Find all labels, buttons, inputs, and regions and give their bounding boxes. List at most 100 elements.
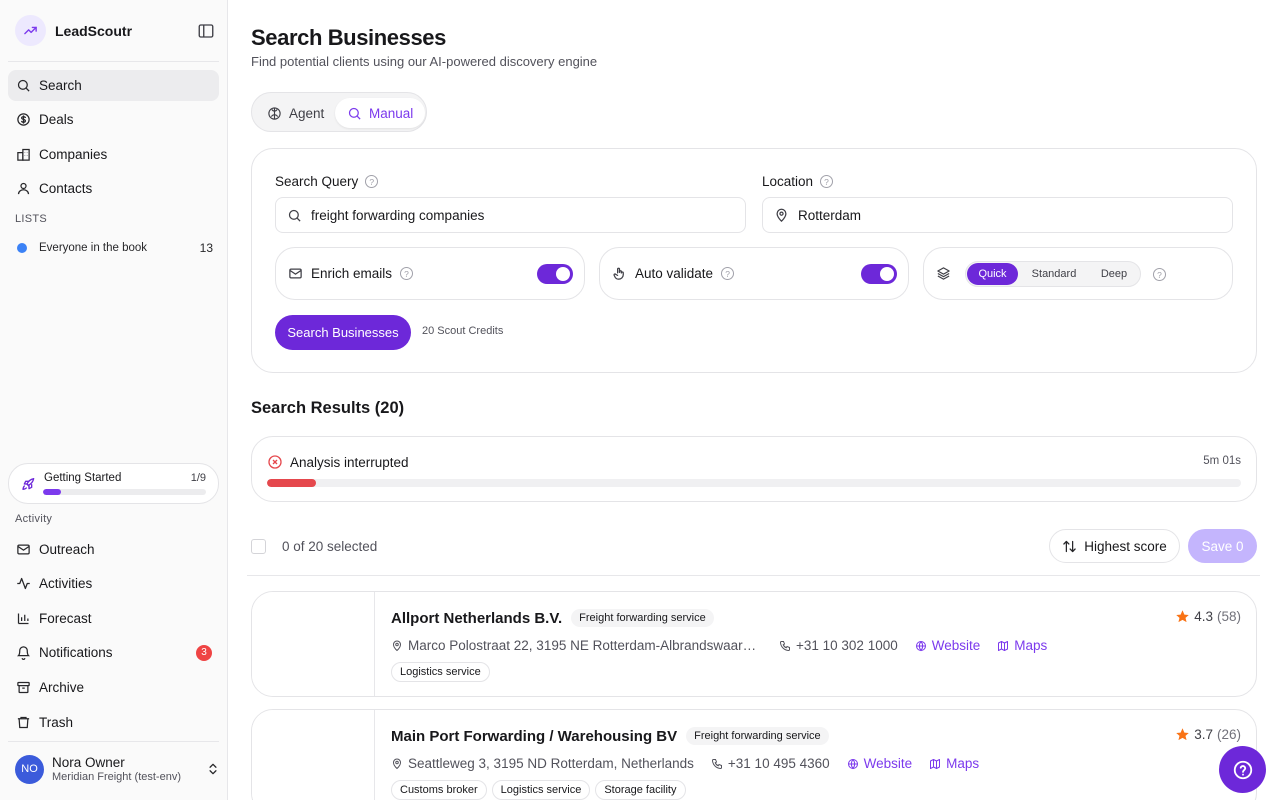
- help-icon[interactable]: ?: [1153, 268, 1166, 281]
- query-label: Search Query: [275, 174, 359, 189]
- depth-quick[interactable]: Quick: [967, 263, 1018, 285]
- nav-item-trash[interactable]: Trash: [8, 707, 219, 738]
- nav-item-activities[interactable]: Activities: [8, 568, 219, 599]
- globe-icon: [847, 758, 858, 769]
- rating-value: 3.7: [1194, 727, 1213, 742]
- help-circle-icon: [1233, 760, 1252, 779]
- page-subtitle: Find potential clients using our AI-powe…: [251, 54, 598, 69]
- maps-link[interactable]: Maps: [997, 638, 1047, 653]
- mode-manual-button[interactable]: Manual: [335, 98, 426, 128]
- phone[interactable]: +31 10 302 1000: [779, 638, 898, 653]
- brand[interactable]: LeadScoutr: [15, 15, 132, 46]
- enrich-emails-option: Enrich emails ?: [275, 247, 585, 300]
- enrich-emails-label: Enrich emails: [311, 266, 393, 281]
- nav-item-notifications[interactable]: Notifications 3: [8, 637, 219, 668]
- main-content: Search Businesses Find potential clients…: [228, 0, 1280, 800]
- list-color-dot: [17, 243, 27, 253]
- progress-fill: [267, 479, 316, 487]
- map-pin-icon: [776, 208, 787, 222]
- result-card[interactable]: Main Port Forwarding / Warehousing BV Fr…: [251, 709, 1257, 800]
- x-circle-icon: [268, 455, 282, 469]
- auto-validate-option: Auto validate ?: [599, 247, 909, 300]
- list-label: Everyone in the book: [39, 242, 148, 254]
- address: Marco Polostraat 22, 3195 NE Rotterdam-A…: [391, 638, 762, 653]
- search-businesses-button[interactable]: Search Businesses: [275, 315, 411, 350]
- map-icon: [930, 758, 941, 769]
- archive-icon: [17, 681, 30, 694]
- tag: Storage facility: [595, 780, 686, 800]
- analysis-progress: [267, 479, 1241, 487]
- nav-item-label: Trash: [39, 715, 74, 730]
- location-label-row: Location ?: [762, 174, 834, 189]
- getting-started-label: Getting Started: [44, 472, 122, 484]
- getting-started-count: 1/9: [190, 472, 206, 484]
- location-input[interactable]: [798, 207, 1218, 223]
- notification-badge: 3: [196, 644, 212, 661]
- query-label-row: Search Query ?: [275, 174, 379, 189]
- map-pin-icon: [392, 758, 402, 769]
- rating: 4.3 (58): [1175, 609, 1241, 624]
- enrich-emails-toggle[interactable]: [537, 264, 573, 284]
- business-name[interactable]: Allport Netherlands B.V.: [391, 610, 562, 627]
- selection-toolbar: 0 of 20 selected Highest score Save 0: [251, 528, 1257, 564]
- star-icon: [1176, 610, 1189, 623]
- auto-validate-toggle[interactable]: [861, 264, 897, 284]
- query-input-box: [275, 197, 746, 233]
- list-item-everyone[interactable]: Everyone in the book 13: [8, 236, 219, 260]
- nav-item-label: Archive: [39, 680, 85, 695]
- nav-item-label: Outreach: [39, 542, 95, 557]
- business-name[interactable]: Main Port Forwarding / Warehousing BV: [391, 728, 677, 745]
- location-label: Location: [762, 174, 814, 189]
- help-icon[interactable]: ?: [365, 175, 379, 188]
- nav-item-search[interactable]: Search: [8, 70, 219, 101]
- select-all-checkbox[interactable]: [251, 539, 266, 554]
- analysis-status: Analysis interrupted 5m 01s: [251, 436, 1257, 502]
- nav-item-archive[interactable]: Archive: [8, 672, 219, 703]
- tag: Logistics service: [391, 662, 490, 682]
- nav-item-deals[interactable]: Deals: [8, 104, 219, 135]
- depth-standard[interactable]: Standard: [1018, 263, 1090, 285]
- sidebar-toggle-icon[interactable]: [197, 22, 215, 40]
- website-link[interactable]: Website: [847, 756, 913, 771]
- avatar: NO: [15, 754, 44, 784]
- user-name: Nora Owner: [52, 755, 125, 770]
- help-icon[interactable]: ?: [721, 267, 735, 280]
- result-title-row: Main Port Forwarding / Warehousing BV Fr…: [391, 727, 829, 745]
- review-count: (26): [1216, 727, 1241, 742]
- search-icon: [17, 79, 30, 92]
- getting-started-card[interactable]: Getting Started 1/9: [8, 463, 219, 504]
- save-button[interactable]: Save 0: [1188, 529, 1257, 563]
- brand-name: LeadScoutr: [55, 22, 133, 39]
- nav-item-forecast[interactable]: Forecast: [8, 603, 219, 634]
- tag-list: Logistics service: [391, 662, 490, 682]
- bell-icon: [16, 646, 31, 660]
- result-meta: Marco Polostraat 22, 3195 NE Rotterdam-A…: [391, 638, 1064, 653]
- nav-item-outreach[interactable]: Outreach: [8, 534, 219, 565]
- mail-icon: [17, 544, 30, 555]
- result-card[interactable]: Allport Netherlands B.V. Freight forward…: [251, 591, 1257, 697]
- nav-item-contacts[interactable]: Contacts: [8, 173, 219, 204]
- dollar-icon: [17, 113, 30, 126]
- user-menu[interactable]: NO Nora Owner Meridian Freight (test-env…: [15, 752, 220, 786]
- help-button[interactable]: [1219, 746, 1266, 793]
- sort-button[interactable]: Highest score: [1049, 529, 1180, 563]
- help-icon[interactable]: ?: [400, 267, 414, 280]
- depth-deep[interactable]: Deep: [1090, 263, 1138, 285]
- mode-toggle: Agent Manual: [251, 92, 427, 132]
- phone-icon: [779, 640, 790, 651]
- bar-chart-icon: [17, 613, 29, 625]
- result-title-row: Allport Netherlands B.V. Freight forward…: [391, 609, 714, 627]
- layers-icon: [937, 267, 950, 280]
- website-label: Website: [863, 756, 913, 771]
- search-form: Search Query ? Location ? Enrich emails …: [251, 148, 1257, 373]
- website-link[interactable]: Website: [915, 638, 980, 653]
- nav-item-companies[interactable]: Companies: [8, 139, 219, 170]
- search-query-input[interactable]: [311, 207, 731, 223]
- phone[interactable]: +31 10 495 4360: [711, 756, 830, 771]
- search-depth-option: Quick Standard Deep ?: [923, 247, 1233, 300]
- mode-agent-button[interactable]: Agent: [255, 98, 336, 128]
- maps-link[interactable]: Maps: [929, 756, 979, 771]
- help-icon[interactable]: ?: [820, 175, 834, 188]
- result-thumbnail: [252, 592, 375, 696]
- nav-item-label: Activities: [39, 576, 93, 591]
